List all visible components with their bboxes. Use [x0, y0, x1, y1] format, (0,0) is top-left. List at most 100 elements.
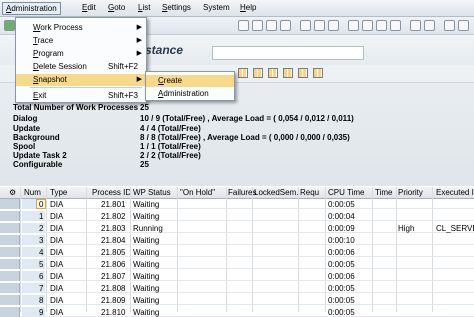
col-header-executed-in[interactable]: Executed In	[436, 188, 474, 197]
cell-wp-status: Waiting	[133, 272, 160, 281]
submenu-arrow-icon: ▶	[136, 76, 142, 83]
table-row[interactable]: 5 DIA 21.806 Waiting 0:00:05	[0, 259, 474, 269]
col-header-cpu-time[interactable]: CPU Time	[328, 188, 364, 197]
last-page-icon[interactable]	[390, 20, 401, 31]
col-header-priority[interactable]: Priority	[398, 188, 423, 197]
table-row[interactable]: 1 DIA 21.802 Waiting 0:00:04	[0, 211, 474, 221]
row-selector[interactable]	[0, 271, 20, 281]
help-icon[interactable]	[444, 20, 455, 31]
table-row[interactable]: 0 DIA 21.801 Waiting 0:00:05	[0, 199, 474, 209]
sort-icon[interactable]	[268, 68, 278, 78]
export-icon[interactable]	[298, 68, 308, 78]
menu-item-snapshot[interactable]: Snapshot ▶	[16, 74, 146, 86]
save-icon[interactable]	[238, 20, 249, 31]
status-value: 4 / 4 (Total/Free)	[140, 124, 201, 133]
status-label: Configurable	[13, 160, 63, 169]
table-icon[interactable]	[238, 68, 248, 78]
col-header-time[interactable]: Time	[375, 188, 392, 197]
back-icon[interactable]	[252, 20, 263, 31]
find-icon[interactable]	[314, 20, 325, 31]
row-selector[interactable]	[0, 199, 20, 209]
details-icon[interactable]	[313, 68, 323, 78]
col-header-requ[interactable]: Requ	[300, 188, 319, 197]
exit-icon[interactable]	[266, 20, 277, 31]
next-page-icon[interactable]	[376, 20, 387, 31]
cell-type: DIA	[50, 200, 64, 209]
cell-wp-status: Waiting	[133, 236, 160, 245]
cell-process-id: 21.803	[101, 224, 126, 233]
status-value: 25	[140, 103, 149, 112]
find-next-icon[interactable]	[328, 20, 339, 31]
status-value: 10 / 9 (Total/Free) , Average Load = ( 0…	[140, 114, 354, 123]
cell-cpu-time: 0:00:05	[328, 284, 355, 293]
submenu-arrow-icon: ▶	[136, 37, 142, 44]
menu-edit[interactable]: Edit	[82, 3, 96, 12]
row-selector[interactable]	[0, 295, 20, 305]
menu-settings[interactable]: Settings	[162, 3, 191, 12]
cell-type: DIA	[50, 284, 64, 293]
cell-type: DIA	[50, 248, 64, 257]
menu-item-exit[interactable]: Exit Shift+F3	[16, 90, 146, 102]
new-session-icon[interactable]	[410, 20, 421, 31]
table-row[interactable]: 6 DIA 21.807 Waiting 0:00:06	[0, 271, 474, 281]
menu-item-program[interactable]: Program ▶	[16, 48, 146, 60]
row-selector[interactable]	[0, 223, 20, 233]
cell-cpu-time: 0:00:06	[328, 248, 355, 257]
cell-num: 4	[39, 248, 44, 257]
cell-num: 8	[39, 296, 44, 305]
cell-type: DIA	[50, 296, 64, 305]
col-header-wp-status[interactable]: WP Status	[133, 188, 171, 197]
cell-executed-in: CL_SERVER	[436, 224, 474, 233]
row-selector[interactable]	[0, 259, 20, 269]
menu-item-snapshot-administration[interactable]: Administration	[146, 88, 234, 100]
col-header-locked-sem[interactable]: LockedSem.	[254, 188, 298, 197]
menu-help[interactable]: Help	[240, 3, 256, 12]
status-label: Background	[13, 133, 60, 142]
row-selector[interactable]	[0, 283, 20, 293]
menu-item-create[interactable]: Create	[146, 75, 234, 87]
menu-item-work-process[interactable]: Work Process ▶	[16, 22, 146, 34]
status-label: Spool	[13, 142, 36, 151]
cancel-icon[interactable]	[280, 20, 291, 31]
table-settings-icon[interactable]: ⚙	[9, 188, 16, 197]
enter-icon[interactable]	[4, 20, 15, 31]
grid-icon[interactable]	[253, 68, 263, 78]
table-row[interactable]: 7 DIA 21.808 Waiting 0:00:05	[0, 283, 474, 293]
status-value: 1 / 1 (Total/Free)	[140, 142, 201, 151]
cell-num: 2	[39, 224, 44, 233]
menu-system[interactable]: System	[203, 3, 230, 12]
menu-item-trace[interactable]: Trace ▶	[16, 35, 146, 47]
prev-page-icon[interactable]	[362, 20, 373, 31]
print-icon[interactable]	[300, 20, 311, 31]
col-header-process-id[interactable]: Process ID	[92, 188, 131, 197]
cell-process-id: 21.805	[101, 248, 126, 257]
menu-goto[interactable]: Goto	[108, 3, 125, 12]
table-row[interactable]: 2 DIA 21.803 Running 0:00:09 High CL_SER…	[0, 223, 474, 233]
cell-cpu-time: 0:00:05	[328, 200, 355, 209]
table-row[interactable]: 9 DIA 21.810 Waiting 0:00:05	[0, 307, 474, 317]
menu-administration[interactable]: Administration	[2, 2, 61, 15]
cell-process-id: 21.810	[101, 308, 126, 317]
cell-num: 1	[39, 212, 44, 221]
submenu-arrow-icon: ▶	[136, 24, 142, 31]
table-row[interactable]: 8 DIA 21.809 Waiting 0:00:05	[0, 295, 474, 305]
menu-item-delete-session[interactable]: Delete Session Shift+F2	[16, 61, 146, 73]
col-header-type[interactable]: Type	[50, 188, 67, 197]
col-header-num[interactable]: Num	[24, 188, 41, 197]
shortcut-icon[interactable]	[424, 20, 435, 31]
row-selector[interactable]	[0, 235, 20, 245]
row-selector[interactable]	[0, 247, 20, 257]
menu-list[interactable]: List	[138, 3, 150, 12]
layout-icon[interactable]	[458, 20, 469, 31]
row-selector[interactable]	[0, 211, 20, 221]
table-row[interactable]: 3 DIA 21.804 Waiting 0:00:10	[0, 235, 474, 245]
cell-type: DIA	[50, 272, 64, 281]
first-page-icon[interactable]	[348, 20, 359, 31]
cell-process-id: 21.801	[101, 200, 126, 209]
cell-priority: High	[398, 224, 415, 233]
col-header-on-hold[interactable]: "On Hold"	[180, 188, 215, 197]
filter-icon[interactable]	[283, 68, 293, 78]
row-selector[interactable]	[0, 307, 20, 317]
administration-menu: Work Process ▶ Trace ▶ Program ▶ Delete …	[15, 17, 147, 103]
table-row[interactable]: 4 DIA 21.805 Waiting 0:00:06	[0, 247, 474, 257]
